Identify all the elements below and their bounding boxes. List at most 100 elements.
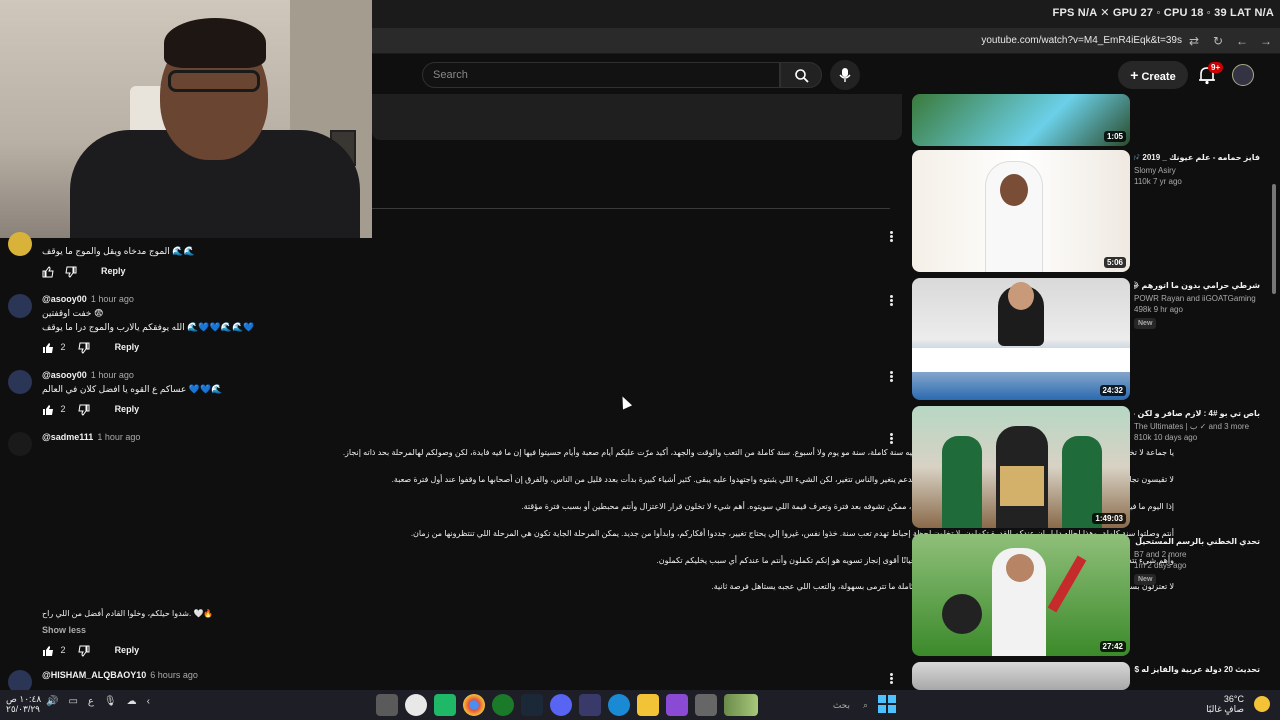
discord-icon[interactable] bbox=[550, 694, 572, 716]
comment-time[interactable]: 6 hours ago bbox=[150, 670, 198, 680]
steam-icon[interactable] bbox=[521, 694, 543, 716]
app-icon[interactable] bbox=[376, 694, 398, 716]
comment-menu-icon[interactable] bbox=[888, 432, 894, 446]
voice-search-button[interactable] bbox=[830, 60, 860, 90]
reply-button[interactable]: Reply bbox=[101, 266, 126, 276]
video-info: تحديث 20 دولة عربية والفايز له $10,000 !… bbox=[1134, 664, 1260, 676]
taskbar-clock[interactable]: ١٠:٤٨ ص ٢٥/٠٣/٢٩ bbox=[6, 694, 41, 714]
forward-icon[interactable]: → bbox=[1258, 33, 1274, 49]
video-channel[interactable]: Slomy Asiry bbox=[1134, 166, 1260, 175]
video-thumbnail[interactable]: 24:32 bbox=[912, 278, 1130, 400]
like-icon[interactable] bbox=[42, 266, 54, 278]
new-badge: New bbox=[1134, 574, 1157, 585]
video-title[interactable]: شرطي حرامي بدون ما اتورهم 😂💔 bbox=[1134, 280, 1260, 292]
comment-time[interactable]: 1 hour ago bbox=[91, 294, 134, 304]
taskbar-search[interactable]: بحث ⌕ bbox=[780, 695, 872, 715]
comment-time[interactable]: 1 hour ago bbox=[91, 370, 134, 380]
comment-actions: 2 Reply bbox=[42, 404, 139, 416]
like-count: 2 bbox=[60, 645, 66, 656]
cloud-icon[interactable]: ☁ bbox=[127, 696, 137, 707]
dislike-icon[interactable] bbox=[78, 645, 90, 657]
comment-menu-icon[interactable] bbox=[888, 230, 894, 244]
app-icon[interactable] bbox=[434, 694, 456, 716]
search-button[interactable] bbox=[780, 62, 822, 88]
translate-icon[interactable]: ⇄ bbox=[1186, 33, 1202, 49]
reply-button[interactable]: Reply bbox=[115, 342, 140, 352]
taskbar: ١٠:٤٨ ص ٢٥/٠٣/٢٩ 🔊 ▭ ع 🎙 ☁ ‹ بحث ⌕ 36°C … bbox=[0, 690, 1280, 720]
comment-author[interactable]: @HISHAM_ALQBAOY10 bbox=[42, 670, 146, 680]
app-icon[interactable] bbox=[579, 694, 601, 716]
webcam-person-glasses bbox=[168, 70, 260, 92]
back-icon[interactable]: ← bbox=[1234, 33, 1250, 49]
search-input[interactable]: Search bbox=[422, 62, 780, 88]
video-channel[interactable]: B7 and 2 more bbox=[1134, 550, 1260, 559]
video-channel[interactable]: The Ultimates | ب ✓ and 3 more bbox=[1134, 422, 1260, 431]
video-thumbnail[interactable] bbox=[912, 662, 1130, 690]
video-thumbnail[interactable]: 5:06 bbox=[912, 150, 1130, 272]
video-title[interactable]: فايز حمامه - علم عيونك _ 2019 🎶 bbox=[1134, 152, 1260, 164]
comment-avatar[interactable] bbox=[8, 294, 32, 318]
page-scrollbar[interactable] bbox=[1272, 184, 1276, 294]
comment-avatar[interactable] bbox=[8, 370, 32, 394]
video-title[interactable]: تحدي الخطني بالرسم المستحيل مع أعضاء باو… bbox=[1134, 536, 1260, 548]
like-count: 2 bbox=[60, 404, 66, 415]
video-title[interactable]: باص تي بو #4 : لازم صافر و لكن خاصت طومث… bbox=[1134, 408, 1260, 420]
obs-icon[interactable] bbox=[405, 694, 427, 716]
video-channel[interactable]: POWR Rayan and iiGOATGaming bbox=[1134, 294, 1260, 303]
video-info: تحدي الخطني بالرسم المستحيل مع أعضاء باو… bbox=[1134, 536, 1260, 585]
language-icon[interactable]: ع bbox=[88, 696, 94, 707]
network-icon[interactable]: ▭ bbox=[68, 696, 77, 707]
url-text[interactable]: youtube.com/watch?v=M4_EmR4iEqk&t=39s bbox=[981, 35, 1182, 46]
video-thumbnail[interactable]: 1:49:03 bbox=[912, 406, 1130, 528]
volume-icon[interactable]: 🔊 bbox=[46, 696, 58, 707]
account-avatar[interactable] bbox=[1232, 64, 1254, 86]
show-less-button[interactable]: Show less bbox=[42, 625, 86, 635]
comment-avatar[interactable] bbox=[8, 432, 32, 456]
dislike-icon[interactable] bbox=[78, 342, 90, 354]
dislike-icon[interactable] bbox=[78, 404, 90, 416]
video-duration: 1:05 bbox=[1103, 131, 1126, 142]
comment-menu-icon[interactable] bbox=[888, 672, 894, 686]
microphone-tray-icon[interactable]: 🎙 bbox=[104, 696, 117, 707]
video-stats: 110k 7 yr ago bbox=[1134, 177, 1182, 186]
plus-icon: + bbox=[1130, 67, 1139, 83]
reply-button[interactable]: Reply bbox=[115, 645, 140, 655]
game-icon[interactable] bbox=[724, 694, 758, 716]
file-explorer-icon[interactable] bbox=[637, 694, 659, 716]
comment-author[interactable]: @asooy00 bbox=[42, 294, 87, 304]
edge-icon[interactable] bbox=[608, 694, 630, 716]
video-thumbnail[interactable]: 27:42 bbox=[912, 534, 1130, 656]
app-icon[interactable] bbox=[695, 694, 717, 716]
start-button[interactable] bbox=[878, 695, 896, 713]
like-icon[interactable] bbox=[42, 404, 54, 416]
comment-author[interactable]: @sadme111 bbox=[42, 432, 93, 442]
microphone-icon bbox=[839, 68, 851, 82]
create-button[interactable]: + Create bbox=[1118, 61, 1188, 89]
recommendations-sidebar: 1:05 5:06 فايز حمامه - علم عيونك _ 2019 … bbox=[910, 94, 1270, 690]
weather-widget[interactable]: 36°C صافٍ غالبًا bbox=[1206, 694, 1244, 714]
comment-menu-icon[interactable] bbox=[888, 370, 894, 384]
video-title[interactable]: تحديث 20 دولة عربية والفايز له $10,000 !… bbox=[1134, 664, 1260, 676]
tray-chevron-icon[interactable]: ‹ bbox=[147, 696, 150, 707]
comment-avatar[interactable] bbox=[8, 232, 32, 256]
comment-time[interactable]: 1 hour ago bbox=[97, 432, 140, 442]
reply-button[interactable]: Reply bbox=[115, 404, 140, 414]
like-icon[interactable] bbox=[42, 645, 54, 657]
chrome-icon[interactable] bbox=[463, 694, 485, 716]
comment-menu-icon[interactable] bbox=[888, 294, 894, 308]
video-duration: 24:32 bbox=[1099, 385, 1126, 396]
reload-icon[interactable]: ↻ bbox=[1210, 33, 1226, 49]
comment-author[interactable]: @asooy00 bbox=[42, 370, 87, 380]
dislike-icon[interactable] bbox=[64, 266, 77, 278]
taskbar-search-label: بحث bbox=[832, 700, 850, 710]
notifications-badge: 9+ bbox=[1208, 62, 1224, 73]
browser-url-bar[interactable]: youtube.com/watch?v=M4_EmR4iEqk&t=39s ⇄ … bbox=[372, 28, 1280, 54]
comment-text: عساكم ع القوه يا افضل كلان في العالم 💙💙🌊 bbox=[42, 384, 223, 394]
create-label: Create bbox=[1141, 71, 1176, 83]
like-icon[interactable] bbox=[42, 342, 54, 354]
app-icon[interactable] bbox=[666, 694, 688, 716]
weather-temp: 36°C bbox=[1223, 694, 1244, 704]
like-count: 2 bbox=[60, 342, 66, 353]
xbox-icon[interactable] bbox=[492, 694, 514, 716]
video-thumbnail[interactable]: 1:05 bbox=[912, 94, 1130, 146]
